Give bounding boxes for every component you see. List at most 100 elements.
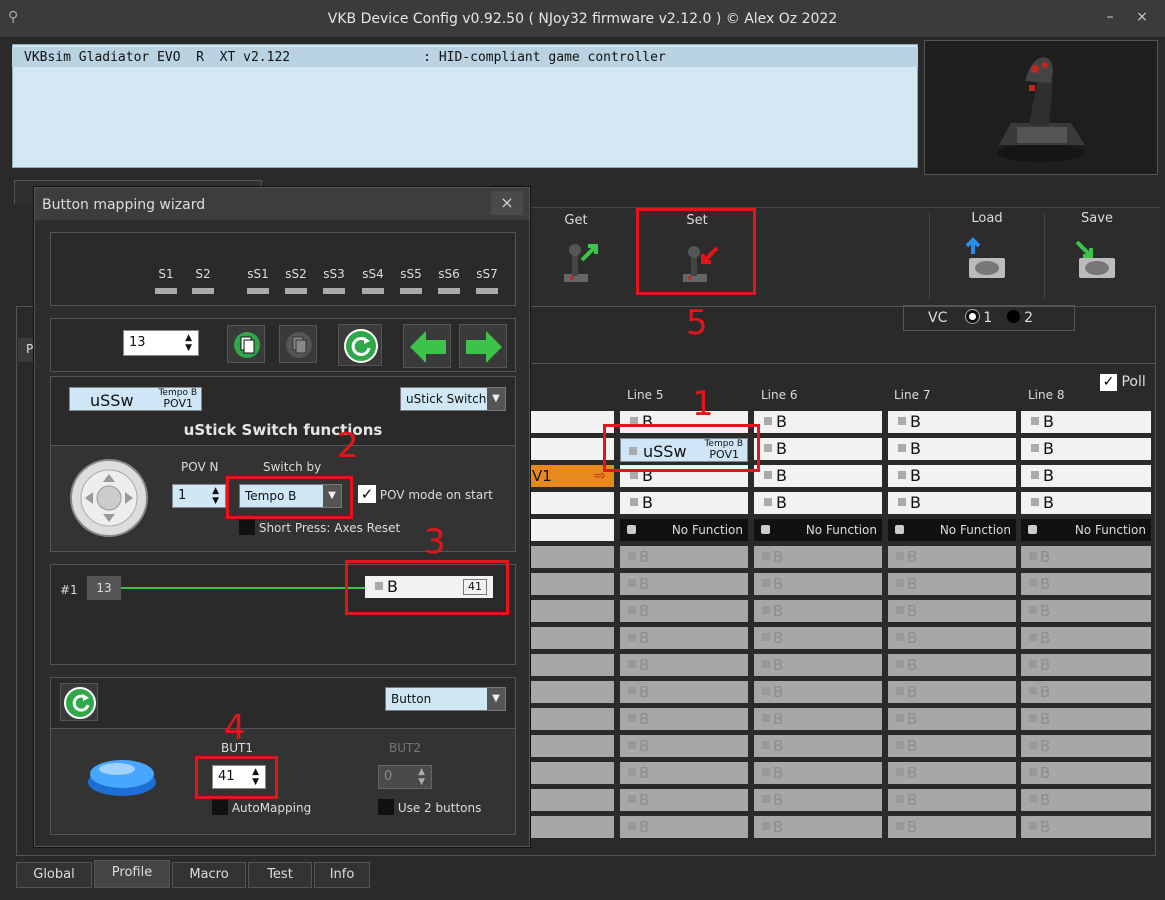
grid-cell[interactable]: B — [754, 465, 882, 487]
grid-cell-disabled[interactable]: B — [620, 681, 748, 703]
grid-cell-disabled[interactable]: B — [754, 762, 882, 784]
grid-cell-disabled[interactable]: B — [888, 573, 1016, 595]
poll-checkbox[interactable]: ✓ Poll — [1100, 374, 1146, 391]
tab-info[interactable]: Info — [314, 862, 370, 888]
grid-cell-disabled[interactable]: B — [620, 573, 748, 595]
grid-cell[interactable]: B — [888, 465, 1016, 487]
grid-cell-disabled[interactable]: B — [620, 600, 748, 622]
tab-profile[interactable]: Profile — [94, 860, 170, 888]
function-type-combo[interactable]: uStick Switch ▼ — [400, 387, 506, 411]
grid-cell-disabled[interactable]: B — [754, 708, 882, 730]
tab-macro[interactable]: Macro — [172, 862, 246, 888]
grid-cell-disabled[interactable]: B — [754, 816, 882, 838]
grid-cell-disabled[interactable]: B — [888, 654, 1016, 676]
grid-cell[interactable]: B — [1021, 492, 1151, 514]
grid-cell[interactable]: B — [1021, 465, 1151, 487]
grid-cell-disabled[interactable]: B — [1021, 708, 1151, 730]
copy-button[interactable] — [227, 325, 265, 363]
grid-cell-disabled[interactable]: B — [1021, 546, 1151, 568]
grid-cell-disabled[interactable] — [530, 735, 614, 757]
grid-cell-partial[interactable] — [530, 519, 614, 541]
grid-cell-disabled[interactable]: B — [754, 681, 882, 703]
grid-cell-no-function[interactable]: No Function — [888, 519, 1016, 541]
device-row-selected[interactable]: VKBsim Gladiator EVO R XT v2.122 : HID-c… — [12, 47, 918, 67]
grid-cell[interactable]: B — [754, 438, 882, 460]
grid-cell-disabled[interactable]: B — [1021, 789, 1151, 811]
grid-cell-disabled[interactable] — [530, 816, 614, 838]
tab-global[interactable]: Global — [16, 862, 92, 888]
use-2-buttons-checkbox[interactable]: Use 2 buttons — [378, 799, 481, 815]
grid-cell-disabled[interactable]: B — [888, 627, 1016, 649]
grid-cell-disabled[interactable]: B — [620, 708, 748, 730]
grid-cell[interactable]: B — [888, 438, 1016, 460]
automapping-checkbox[interactable]: AutoMapping — [212, 799, 311, 815]
grid-cell-partial[interactable] — [530, 438, 614, 460]
grid-cell[interactable]: B — [1021, 438, 1151, 460]
output-reset-button[interactable] — [60, 683, 98, 721]
grid-cell-disabled[interactable] — [530, 654, 614, 676]
grid-cell-disabled[interactable] — [530, 681, 614, 703]
grid-cell-disabled[interactable] — [530, 627, 614, 649]
grid-cell-disabled[interactable]: B — [1021, 600, 1151, 622]
grid-cell-no-function[interactable]: No Function — [754, 519, 882, 541]
short-press-checkbox[interactable]: Short Press: Axes Reset — [239, 519, 400, 535]
grid-cell-disabled[interactable]: B — [1021, 654, 1151, 676]
grid-cell-disabled[interactable]: B — [754, 600, 882, 622]
grid-cell-disabled[interactable] — [530, 573, 614, 595]
get-button[interactable]: Get — [536, 213, 616, 290]
grid-cell[interactable]: B — [1021, 411, 1151, 433]
tab-test[interactable]: Test — [248, 862, 312, 888]
grid-cell-disabled[interactable]: B — [1021, 735, 1151, 757]
grid-cell-disabled[interactable]: B — [754, 546, 882, 568]
spinner-arrows-icon[interactable]: ▲ ▼ — [212, 486, 219, 506]
grid-cell-disabled[interactable]: B — [620, 546, 748, 568]
but2-spinner[interactable]: 0 ▲ ▼ — [378, 765, 432, 789]
grid-cell-disabled[interactable]: B — [888, 600, 1016, 622]
reset-button[interactable] — [338, 324, 382, 366]
grid-cell-disabled[interactable] — [530, 789, 614, 811]
grid-cell-disabled[interactable] — [530, 546, 614, 568]
minimize-button[interactable]: – — [1098, 6, 1122, 28]
grid-cell-partial[interactable] — [530, 492, 614, 514]
grid-cell[interactable]: B — [888, 411, 1016, 433]
chain-start[interactable]: 13 — [87, 576, 121, 600]
grid-cell[interactable]: B — [754, 411, 882, 433]
grid-cell-disabled[interactable]: B — [754, 654, 882, 676]
load-button[interactable]: Load — [947, 211, 1027, 288]
close-button[interactable]: × — [1130, 6, 1154, 28]
wizard-close-button[interactable]: × — [491, 191, 523, 215]
next-button[interactable] — [459, 324, 507, 368]
grid-cell-disabled[interactable] — [530, 762, 614, 784]
grid-cell-disabled[interactable]: B — [754, 789, 882, 811]
pov-mode-checkbox[interactable]: ✓ POV mode on start — [358, 485, 493, 503]
grid-cell-disabled[interactable]: B — [620, 654, 748, 676]
grid-cell-no-function[interactable]: No Function — [1021, 519, 1151, 541]
grid-cell-disabled[interactable]: B — [620, 735, 748, 757]
grid-cell-disabled[interactable]: B — [754, 573, 882, 595]
grid-cell-disabled[interactable]: B — [1021, 573, 1151, 595]
button-number-spinner[interactable]: 13 ▲ ▼ — [123, 330, 199, 356]
grid-cell-partial[interactable] — [530, 411, 614, 433]
grid-cell-disabled[interactable]: B — [620, 816, 748, 838]
grid-cell-disabled[interactable]: B — [620, 789, 748, 811]
grid-cell-disabled[interactable] — [530, 708, 614, 730]
grid-cell-disabled[interactable]: B — [888, 789, 1016, 811]
grid-cell[interactable]: B — [888, 492, 1016, 514]
grid-cell-disabled[interactable]: B — [888, 546, 1016, 568]
grid-cell-partial-orange[interactable]: V1 ⇨ — [530, 465, 614, 487]
grid-cell-no-function[interactable]: No Function — [620, 519, 748, 541]
pov-n-spinner[interactable]: 1 ▲ ▼ — [172, 484, 226, 508]
grid-cell-disabled[interactable]: B — [1021, 762, 1151, 784]
paste-button[interactable] — [279, 325, 317, 363]
spinner-arrows-icon[interactable]: ▲ ▼ — [418, 767, 425, 787]
grid-cell[interactable]: B — [620, 492, 748, 514]
grid-cell-disabled[interactable]: B — [888, 735, 1016, 757]
prev-button[interactable] — [403, 324, 451, 368]
grid-cell-disabled[interactable]: B — [620, 762, 748, 784]
grid-cell[interactable]: B — [754, 492, 882, 514]
grid-cell-disabled[interactable]: B — [620, 627, 748, 649]
output-type-combo[interactable]: Button ▼ — [385, 687, 506, 711]
grid-cell-disabled[interactable]: B — [754, 735, 882, 757]
spinner-arrows-icon[interactable]: ▲ ▼ — [185, 333, 192, 353]
grid-cell-disabled[interactable]: B — [888, 708, 1016, 730]
